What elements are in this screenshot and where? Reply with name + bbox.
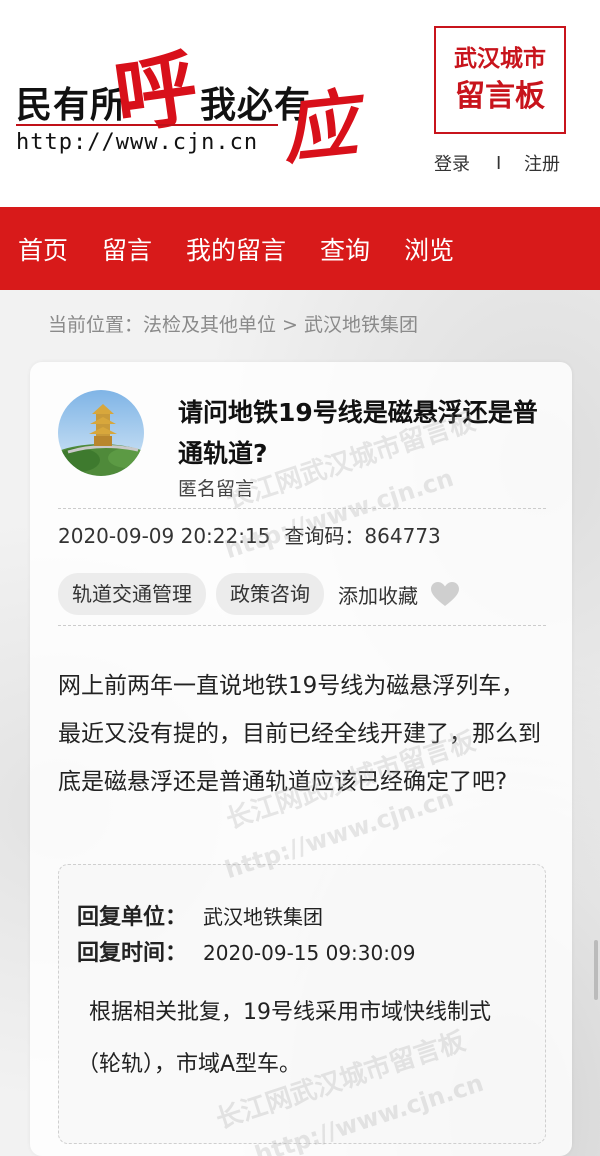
login-link[interactable]: 登录 xyxy=(434,150,470,176)
auth-links: 登录 I 注册 xyxy=(434,150,574,176)
reply-box: 回复单位： 武汉地铁集团 回复时间： 2020-09-15 09:30:09 根据相… xyxy=(58,864,546,1144)
reply-time-label: 回复时间： xyxy=(77,941,188,966)
nav-post-message[interactable]: 留言 xyxy=(102,231,152,267)
message-board-badge[interactable]: 武汉城市 留言板 xyxy=(434,26,566,134)
board-title-line2: 留言板 xyxy=(455,79,545,114)
main-nav: 首页 留言 我的留言 查询 浏览 xyxy=(0,207,600,290)
message-card: 请问地铁19号线是磁悬浮还是普通轨道? 匿名留言 2020-09-09 20:2… xyxy=(30,362,572,1156)
post-tags: 轨道交通管理 政策咨询 添加收藏 xyxy=(58,573,460,615)
divider xyxy=(58,508,546,509)
avatar xyxy=(58,390,144,476)
nav-search[interactable]: 查询 xyxy=(320,231,370,267)
register-link[interactable]: 注册 xyxy=(524,150,560,176)
yellow-crane-tower-image xyxy=(58,390,144,476)
post-body: 网上前两年一直说地铁19号线为磁悬浮列车，最近又没有提的，目前已经全线开建了，那… xyxy=(58,673,541,795)
tag-policy-consult[interactable]: 政策咨询 xyxy=(216,573,324,615)
auth-separator: I xyxy=(496,152,502,174)
divider xyxy=(58,625,546,626)
site-header: 民有所 呼 我必有 应 http://www.cjn.cn 武汉城市 留言板 登… xyxy=(0,0,600,207)
add-favorite-button[interactable]: 添加收藏 xyxy=(338,580,418,609)
site-logo[interactable]: 民有所 呼 我必有 应 http://www.cjn.cn xyxy=(14,26,364,175)
reply-time-row: 回复时间： 2020-09-15 09:30:09 xyxy=(77,935,415,967)
reply-unit-row: 回复单位： 武汉地铁集团 xyxy=(77,899,323,931)
scrollbar[interactable] xyxy=(594,940,598,1000)
nav-my-messages[interactable]: 我的留言 xyxy=(186,231,286,267)
reply-unit: 武汉地铁集团 xyxy=(203,905,324,929)
query-code-label: 查询码： xyxy=(284,524,365,548)
reply-text: 根据相关批复，19号线采用市域快线制式（轮轨），市域A型车。 xyxy=(77,1000,491,1077)
nav-browse[interactable]: 浏览 xyxy=(404,231,454,267)
reply-time: 2020-09-15 09:30:09 xyxy=(203,941,416,965)
post-datetime: 2020-09-09 20:22:15 xyxy=(58,524,271,548)
query-code: 864773 xyxy=(364,524,441,548)
breadcrumb: 当前位置：法检及其他单位 > 武汉地铁集团 xyxy=(48,314,419,336)
post-title: 请问地铁19号线是磁悬浮还是普通轨道? xyxy=(178,398,538,468)
logo-slogan-left: 民有所 xyxy=(16,84,128,126)
reply-unit-label: 回复单位： xyxy=(77,905,188,930)
post-meta: 2020-09-09 20:22:15 查询码：864773 xyxy=(58,520,441,549)
logo-slogan-ying: 应 xyxy=(278,81,361,175)
tag-rail-transit[interactable]: 轨道交通管理 xyxy=(58,573,206,615)
post-author: 匿名留言 xyxy=(178,478,255,500)
nav-home[interactable]: 首页 xyxy=(18,231,68,267)
heart-icon[interactable] xyxy=(430,581,460,607)
board-title-line1: 武汉城市 xyxy=(454,45,546,72)
logo-url: http://www.cjn.cn xyxy=(16,130,259,155)
logo-divider xyxy=(16,124,278,126)
